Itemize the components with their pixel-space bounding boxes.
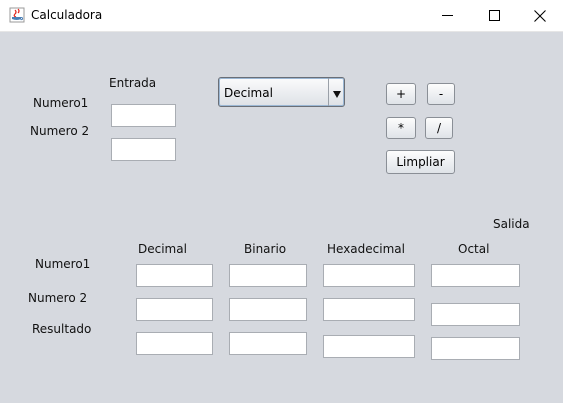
input-numero1-label: Numero1 [33, 96, 89, 110]
numero2-binario-field[interactable] [229, 298, 307, 321]
numero1-octal-field[interactable] [431, 264, 520, 287]
numero2-hexadecimal-field[interactable] [323, 298, 415, 321]
minimize-button[interactable] [424, 0, 470, 31]
numero2-octal-field[interactable] [431, 303, 520, 326]
triangle-down-icon [332, 83, 341, 102]
multiply-button[interactable]: * [386, 117, 416, 139]
subtract-button[interactable]: - [427, 83, 455, 105]
clear-button[interactable]: Limpliar [386, 150, 455, 174]
close-button[interactable] [517, 0, 563, 31]
divide-button[interactable]: / [425, 117, 453, 139]
resultado-binario-field[interactable] [229, 332, 307, 355]
close-icon [534, 9, 546, 22]
resultado-hexadecimal-field[interactable] [323, 335, 415, 358]
java-cup-icon [9, 7, 25, 23]
numero2-decimal-field[interactable] [136, 298, 213, 321]
column-header-binario: Binario [244, 242, 287, 256]
resultado-decimal-field[interactable] [136, 332, 213, 355]
numero1-binario-field[interactable] [229, 264, 307, 287]
numero2-input[interactable] [111, 138, 176, 161]
dropdown-arrow-button[interactable] [328, 78, 344, 106]
maximize-button[interactable] [471, 0, 517, 31]
add-button[interactable]: + [386, 83, 416, 105]
input-numero2-label: Numero 2 [30, 124, 90, 138]
calculator-window: Calculadora Entrada Numero1 Numero 2 Dec… [0, 0, 563, 403]
column-header-decimal: Decimal [138, 242, 187, 256]
input-heading: Entrada [109, 76, 157, 90]
numero1-decimal-field[interactable] [136, 264, 213, 287]
row-label-resultado: Resultado [32, 322, 92, 336]
base-select-value: Decimal [224, 86, 273, 100]
resultado-octal-field[interactable] [431, 337, 520, 360]
minimize-icon [441, 10, 453, 21]
output-heading: Salida [493, 217, 530, 231]
column-header-octal: Octal [458, 242, 490, 256]
base-select[interactable]: Decimal [218, 77, 345, 107]
title-bar: Calculadora [0, 0, 563, 32]
row-label-numero2: Numero 2 [28, 291, 88, 305]
column-header-hexadecimal: Hexadecimal [327, 242, 405, 256]
window-title: Calculadora [31, 8, 103, 22]
row-label-numero1: Numero1 [35, 257, 91, 271]
numero1-input[interactable] [111, 104, 176, 127]
maximize-icon [488, 10, 500, 21]
numero1-hexadecimal-field[interactable] [323, 264, 415, 287]
